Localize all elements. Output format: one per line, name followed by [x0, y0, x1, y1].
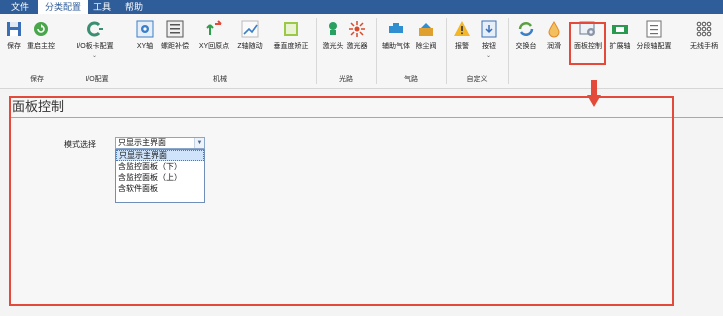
vertical-correct-icon — [284, 22, 298, 36]
laser-icon — [349, 21, 365, 37]
chevron-down-icon: ⌄ — [486, 53, 492, 59]
xy-home-icon — [206, 20, 222, 35]
pitch-compensation-button[interactable]: 螺距补偿 — [161, 16, 189, 60]
group-label-gas-path: 气路 — [404, 76, 418, 83]
dust-valve-icon — [419, 23, 433, 36]
save-icon — [7, 22, 21, 36]
exchange-table-icon — [518, 22, 534, 36]
menu-category-config[interactable]: 分类配置 — [38, 0, 89, 14]
lubricate-icon — [548, 21, 560, 38]
aux-gas-icon — [389, 23, 403, 33]
chevron-down-icon: ⌄ — [92, 53, 98, 59]
z-follow-icon — [241, 20, 259, 38]
group-divider — [376, 18, 377, 84]
restart-icon — [34, 22, 48, 36]
io-card-config-button[interactable]: I/O板卡配置 ⌄ — [76, 16, 114, 60]
extend-axis-icon — [612, 25, 628, 34]
xy-axis-icon — [136, 20, 154, 38]
laser-head-button[interactable]: 激光头 — [322, 16, 344, 60]
panel-control-highlight — [569, 22, 606, 65]
button-icon — [481, 20, 497, 38]
dust-valve-button[interactable]: 除尘阀 — [414, 16, 438, 60]
menu-tools[interactable]: 工具 — [86, 0, 118, 14]
group-label-custom: 自定义 — [466, 76, 488, 83]
exchange-table-button[interactable]: 交换台 — [514, 16, 538, 60]
pitch-comp-icon — [166, 20, 184, 38]
panel-highlight-box — [9, 96, 674, 306]
restart-controller-button[interactable]: 重启主控 — [26, 16, 56, 60]
laser-head-icon — [329, 22, 337, 35]
laser-button[interactable]: 激光器 — [346, 16, 368, 60]
group-label-io-config: I/O配置 — [85, 76, 109, 83]
group-label-save: 保存 — [30, 76, 44, 83]
group-label-optical-path: 光路 — [339, 76, 353, 83]
button-config-button[interactable]: 按钮 ⌄ — [478, 16, 500, 60]
menu-bar: 文件 分类配置 工具 帮助 — [0, 0, 723, 14]
group-label-mechanical: 机械 — [213, 76, 227, 83]
vertical-correct-button[interactable]: 垂直度矫正 — [274, 16, 309, 60]
save-button[interactable]: 保存 — [4, 16, 24, 60]
alarm-button[interactable]: 报警 — [452, 16, 472, 60]
arrow-down-icon — [587, 80, 601, 107]
extend-axis-button[interactable]: 扩展轴 — [608, 16, 632, 60]
alarm-icon — [454, 21, 470, 36]
segment-axis-icon — [646, 20, 662, 38]
xy-axis-button[interactable]: XY轴 — [134, 16, 156, 60]
ribbon-toolbar: 保存 重启主控 I/O板卡配置 ⌄ XY轴 螺距补偿 XY回原点 Z轴随动 垂直… — [0, 14, 723, 89]
xy-home-button[interactable]: XY回原点 — [199, 16, 229, 60]
lubricate-button[interactable]: 润滑 — [544, 16, 564, 60]
wireless-handle-icon — [696, 21, 712, 37]
menu-help[interactable]: 帮助 — [118, 0, 150, 14]
menu-file[interactable]: 文件 — [4, 0, 36, 14]
io-card-icon — [87, 21, 103, 37]
z-follow-button[interactable]: Z轴随动 — [237, 16, 263, 60]
segment-axis-config-button[interactable]: 分段轴配置 — [637, 16, 672, 60]
aux-gas-button[interactable]: 辅助气体 — [382, 16, 410, 60]
wireless-handle-button[interactable]: 无线手柄 — [690, 16, 718, 60]
